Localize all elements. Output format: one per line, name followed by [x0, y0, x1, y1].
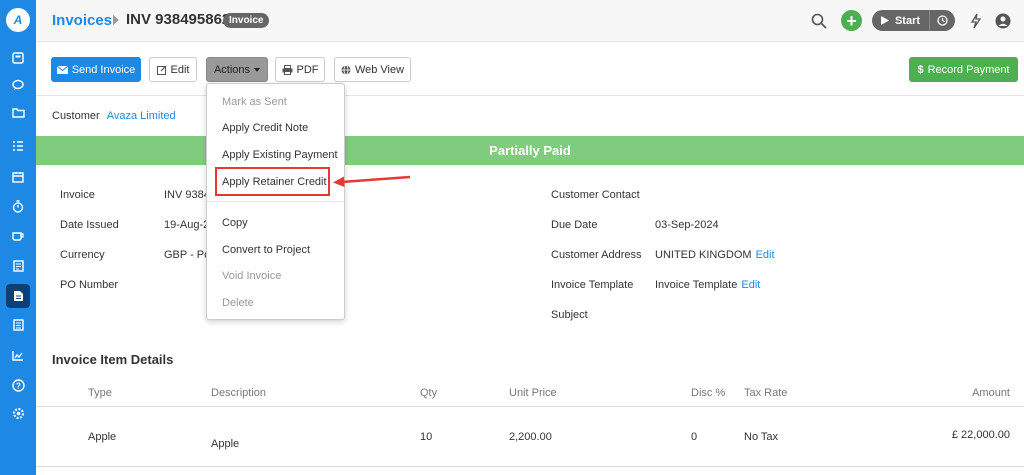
row-description: Apple [211, 438, 240, 450]
invoice-toolbar: Send Invoice Edit Actions PDF Web View $… [36, 42, 1024, 96]
record-payment-button[interactable]: $ Record Payment [909, 57, 1018, 82]
timer-icon[interactable] [6, 194, 30, 218]
item-details-heading: Invoice Item Details [52, 352, 174, 367]
row-type: Apple [88, 431, 117, 443]
subject-label: Subject [551, 309, 588, 321]
annotation-arrow-icon [333, 175, 411, 187]
avaza-logo-icon[interactable]: A [6, 8, 30, 32]
caret-down-icon [254, 67, 261, 72]
invoice-number-value: INV 9384 [164, 189, 210, 201]
row-disc: 0 [691, 431, 698, 443]
col-type: Type [88, 387, 112, 399]
edit-label: Edit [170, 63, 190, 76]
po-number-label: PO Number [60, 279, 119, 291]
svg-text:?: ? [16, 381, 21, 390]
pdf-button[interactable]: PDF [275, 57, 325, 82]
play-icon [880, 16, 889, 25]
invoice-type-badge: Invoice [223, 13, 270, 28]
pdf-label: PDF [296, 63, 319, 76]
due-date-label: Due Date [551, 219, 598, 231]
search-icon[interactable] [808, 10, 830, 32]
invoice-template-label: Invoice Template [551, 279, 634, 291]
edit-icon [156, 65, 166, 75]
folder-icon[interactable] [6, 100, 30, 124]
timer-control: Start [872, 10, 955, 31]
page-title: INV 938495862 [126, 11, 231, 28]
col-unit-price: Unit Price [509, 387, 557, 399]
customer-contact-label: Customer Contact [551, 189, 640, 201]
invoice-number-label: Invoice [60, 189, 95, 201]
dollar-icon: $ [917, 63, 924, 76]
col-amount: Amount [972, 387, 1010, 399]
dashboard-icon[interactable] [6, 46, 30, 70]
report-icon[interactable] [6, 313, 30, 337]
web-view-label: Web View [354, 63, 405, 76]
coffee-icon[interactable] [6, 224, 30, 248]
customer-label: Customer [52, 110, 100, 122]
envelope-icon [56, 65, 68, 74]
col-qty: Qty [420, 387, 438, 399]
actions-label: Actions [213, 63, 251, 76]
invoice-template-value: Invoice Template [655, 279, 738, 291]
annotation-highlight-box [215, 167, 330, 196]
template-edit-link[interactable]: Edit [741, 279, 760, 291]
add-new-button[interactable]: + [841, 10, 862, 31]
timer-start-label: Start [894, 14, 921, 27]
chat-icon[interactable] [6, 73, 30, 97]
record-payment-label: Record Payment [927, 63, 1010, 76]
settings-icon[interactable] [6, 401, 30, 425]
items-table-header: Type Description Qty Unit Price Disc % T… [36, 380, 1024, 407]
breadcrumb-invoices-link[interactable]: Invoices [52, 12, 112, 29]
date-issued-label: Date Issued [60, 219, 119, 231]
top-bar: Invoices INV 938495862 Invoice + Start [36, 0, 1024, 42]
actions-button[interactable]: Actions [206, 57, 268, 82]
edit-button[interactable]: Edit [149, 57, 197, 82]
breadcrumb-separator-icon [113, 15, 119, 25]
send-invoice-button[interactable]: Send Invoice [51, 57, 141, 82]
task-list-icon[interactable] [6, 134, 30, 158]
due-date-value[interactable]: 03-Sep-2024 [655, 219, 719, 231]
user-avatar-icon[interactable] [992, 10, 1014, 32]
document-icon[interactable] [6, 254, 30, 278]
invoice-template-field: Invoice Template Edit [655, 279, 760, 291]
customer-address-value: UNITED KINGDOM [655, 249, 752, 261]
menu-item-apply-existing-payment[interactable]: Apply Existing Payment [222, 149, 338, 161]
customer-address-label: Customer Address [551, 249, 642, 261]
menu-item-apply-credit-note[interactable]: Apply Credit Note [222, 122, 308, 134]
table-bottom-divider [36, 466, 1024, 467]
customer-link[interactable]: Avaza Limited [107, 110, 176, 122]
globe-icon [341, 64, 351, 75]
col-tax-rate: Tax Rate [744, 387, 788, 399]
web-view-button[interactable]: Web View [334, 57, 411, 82]
calendar-icon[interactable] [6, 165, 30, 189]
menu-item-copy[interactable]: Copy [222, 217, 248, 229]
col-description: Description [211, 387, 267, 399]
invoice-icon[interactable] [6, 284, 30, 308]
menu-item-convert-to-project[interactable]: Convert to Project [222, 244, 310, 256]
sidebar: A ? [0, 0, 36, 475]
menu-item-void-invoice: Void Invoice [222, 270, 282, 282]
menu-item-delete: Delete [222, 297, 254, 309]
menu-item-mark-as-sent: Mark as Sent [222, 96, 287, 108]
actions-dropdown-menu: Mark as Sent Apply Credit Note Apply Exi… [206, 83, 345, 320]
status-banner: Partially Paid [36, 136, 1024, 165]
col-disc: Disc % [691, 387, 726, 399]
address-edit-link[interactable]: Edit [756, 249, 775, 261]
send-invoice-label: Send Invoice [71, 63, 136, 76]
printer-icon [282, 64, 292, 75]
clock-icon[interactable] [929, 10, 955, 31]
lightning-icon[interactable] [965, 10, 987, 32]
row-amount: £ 22,000.00 [951, 429, 1010, 441]
currency-label: Currency [60, 249, 105, 261]
customer-row: Customer Avaza Limited [52, 110, 176, 122]
chart-icon[interactable] [6, 343, 30, 367]
customer-address-field: UNITED KINGDOM Edit [655, 249, 775, 261]
timer-start-button[interactable]: Start [872, 10, 929, 31]
row-unit-price: 2,200.00 [509, 431, 552, 443]
help-icon[interactable]: ? [6, 373, 30, 397]
menu-divider [207, 201, 344, 202]
row-tax: No Tax [744, 431, 779, 443]
row-qty: 10 [420, 431, 433, 443]
